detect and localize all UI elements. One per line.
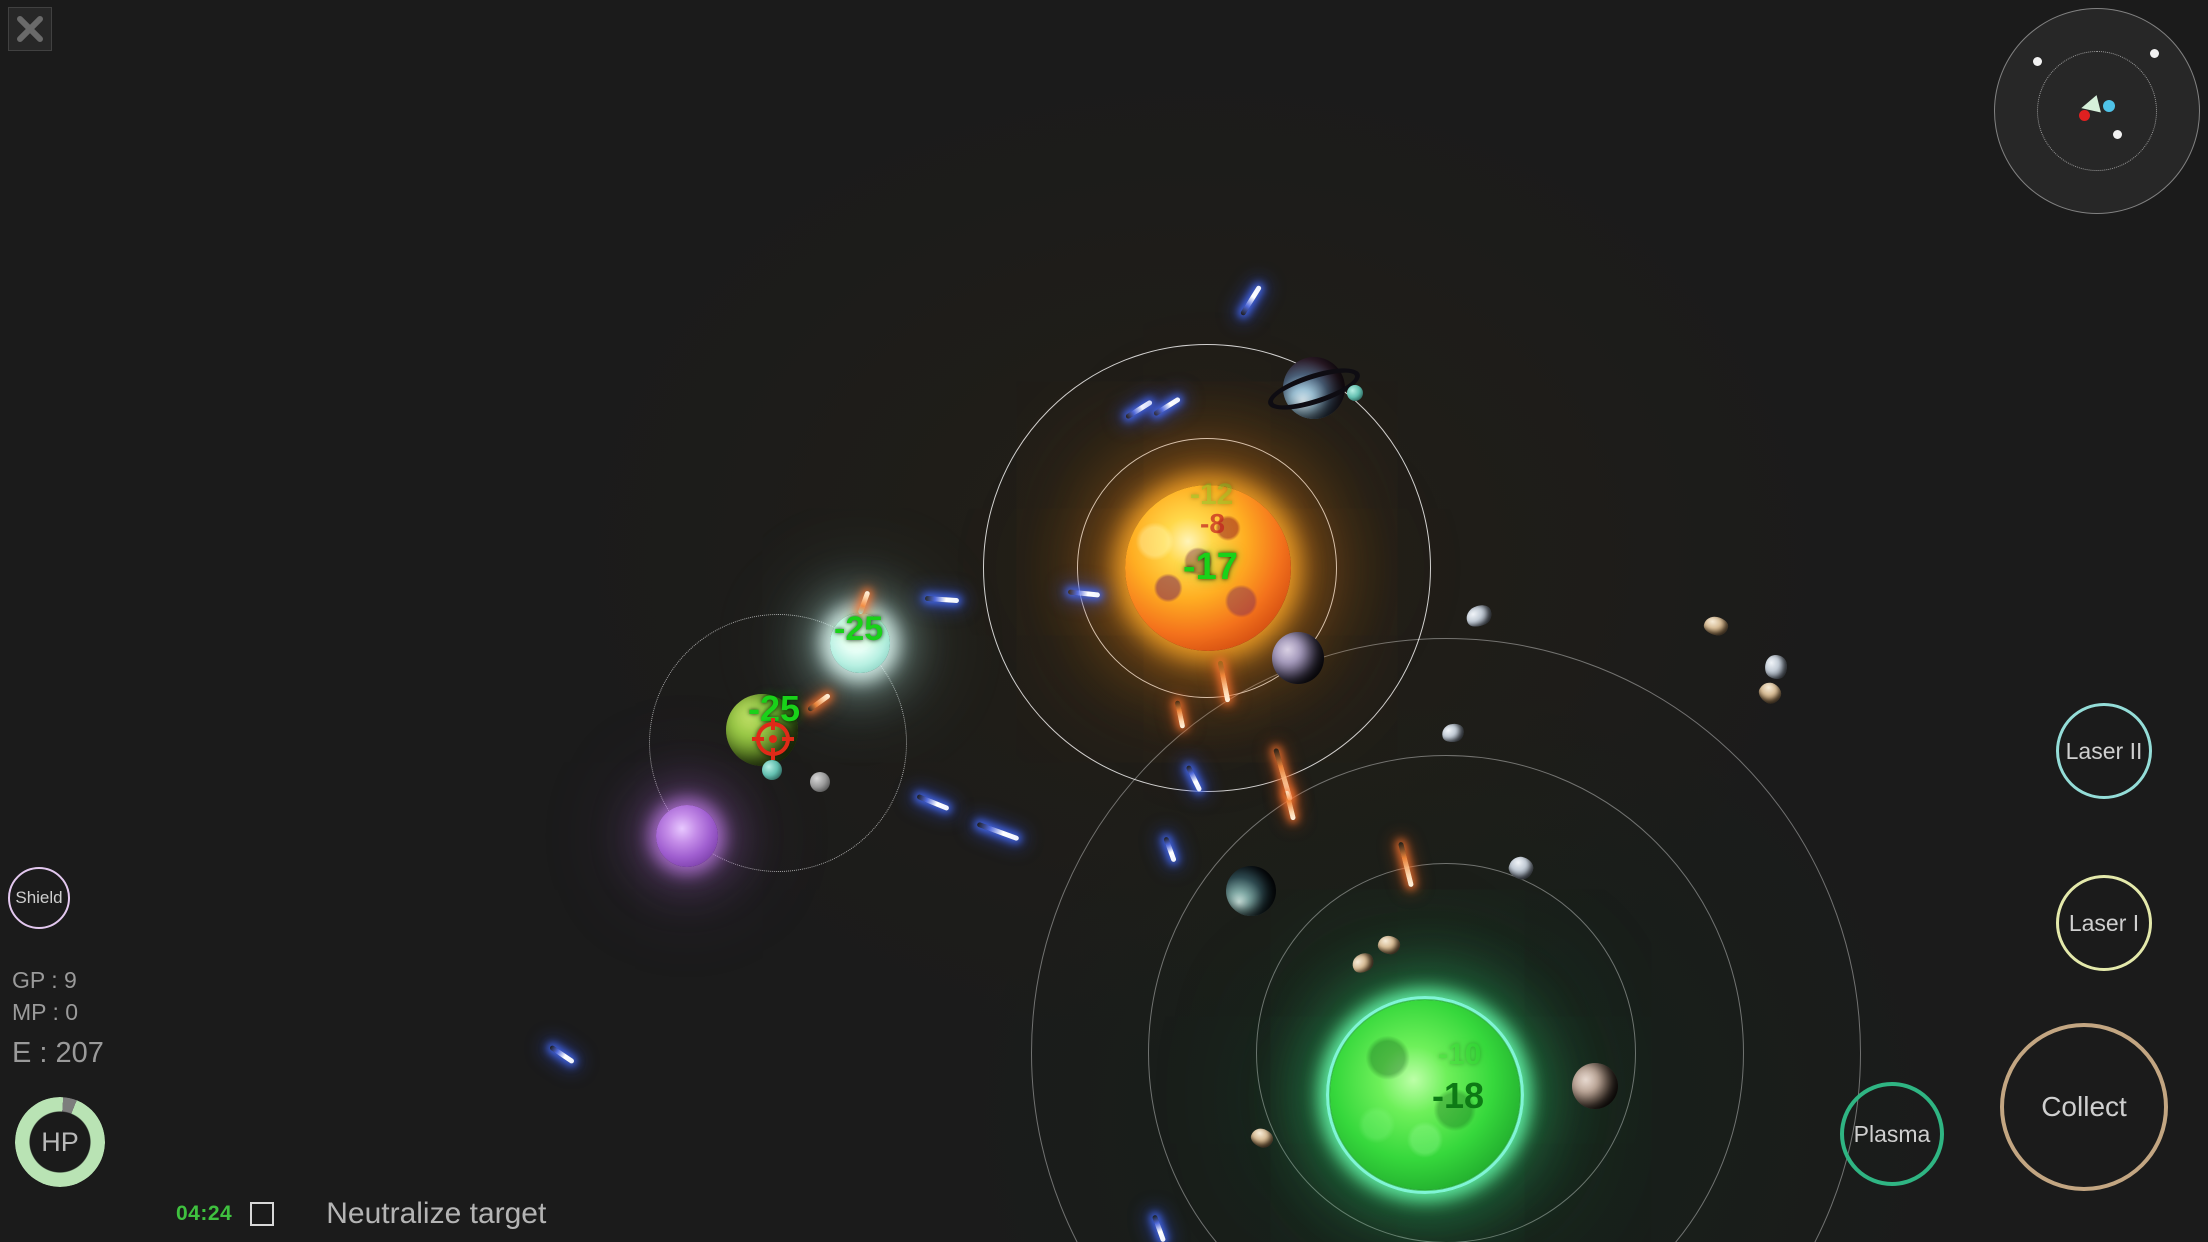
minimap-blip-white <box>2033 57 2042 66</box>
laser-projectile <box>976 821 1020 842</box>
asteroid[interactable] <box>1463 601 1495 631</box>
game-viewport: -12 -8 -17 -10 -18 -25 -25 Shield Laser … <box>0 0 2208 1242</box>
minimap-blip-target <box>2103 100 2115 112</box>
orange-star[interactable] <box>1125 485 1291 651</box>
mission-timer: 04:24 <box>176 1202 233 1225</box>
plasma-projectile <box>1398 841 1414 888</box>
laser-projectile <box>1067 589 1101 598</box>
plasma-projectile <box>1174 700 1186 729</box>
plasma-projectile <box>1283 790 1297 821</box>
laser-projectile <box>1185 764 1203 793</box>
teal-moon <box>1347 385 1363 401</box>
shield-button-label: Shield <box>15 888 63 907</box>
cyan-star[interactable] <box>830 613 890 673</box>
laser-one-button-label: Laser I <box>2068 909 2140 936</box>
laser-projectile <box>924 595 960 604</box>
minimap-blip-enemy <box>2079 110 2090 121</box>
plasma-projectile <box>857 590 871 615</box>
player-stats: GP : 9 MP : 0 E : 207 <box>12 968 104 1069</box>
plasma-button-label: Plasma <box>1853 1120 1931 1147</box>
hp-gauge-label: HP <box>41 1126 79 1157</box>
minimap-blip-white <box>2113 130 2122 139</box>
laser-one-button[interactable]: Laser I <box>2056 875 2152 971</box>
asteroid[interactable] <box>1763 653 1789 681</box>
laser-projectile <box>1151 1214 1167 1242</box>
asteroid[interactable] <box>1506 853 1536 883</box>
plasma-projectile <box>1217 660 1231 703</box>
shield-button[interactable]: Shield <box>8 867 70 929</box>
target-marker-icon <box>752 718 794 760</box>
laser-projectile <box>548 1044 576 1065</box>
asteroid[interactable] <box>1755 678 1785 708</box>
plasma-projectile <box>807 692 831 713</box>
collect-button-label: Collect <box>2041 1091 2127 1122</box>
laser-projectile <box>1152 396 1182 417</box>
minimap-blip-white <box>2150 49 2159 58</box>
laser-projectile <box>1239 284 1263 317</box>
minimap[interactable] <box>1994 8 2200 214</box>
energy-stat: E : 207 <box>12 1037 104 1070</box>
grey-planet[interactable] <box>1272 632 1324 684</box>
hp-gauge[interactable]: HP <box>15 1097 105 1187</box>
close-icon[interactable] <box>8 7 52 51</box>
mission-bar: 04:24 Neutralize target <box>176 1197 546 1231</box>
green-planet-moon <box>762 760 782 780</box>
small-grey-moon <box>810 772 830 792</box>
ringed-planet[interactable] <box>1263 357 1365 419</box>
gp-stat: GP : 9 <box>12 967 77 993</box>
laser-two-button[interactable]: Laser II <box>2056 703 2152 799</box>
laser-projectile <box>1163 836 1177 863</box>
mission-objective-text: Neutralize target <box>326 1197 547 1230</box>
collect-button[interactable]: Collect <box>2000 1023 2168 1191</box>
asteroid[interactable] <box>1248 1125 1276 1151</box>
laser-two-button-label: Laser II <box>2065 737 2143 764</box>
plasma-button[interactable]: Plasma <box>1840 1082 1944 1186</box>
purple-star[interactable] <box>656 805 718 867</box>
mission-checkbox[interactable] <box>250 1202 275 1226</box>
green-star-rim <box>1326 996 1524 1194</box>
dark-blue-planet[interactable] <box>1226 866 1276 916</box>
laser-projectile <box>916 793 950 812</box>
plasma-projectile <box>1273 747 1293 802</box>
asteroid[interactable] <box>1702 614 1730 638</box>
asteroid[interactable] <box>1376 934 1402 956</box>
asteroid[interactable] <box>1440 721 1466 745</box>
laser-projectile <box>1124 399 1154 420</box>
asteroid[interactable] <box>1348 949 1378 977</box>
mp-stat: MP : 0 <box>12 999 79 1026</box>
green-star[interactable] <box>1326 996 1524 1194</box>
rock-planet[interactable] <box>1572 1063 1618 1109</box>
